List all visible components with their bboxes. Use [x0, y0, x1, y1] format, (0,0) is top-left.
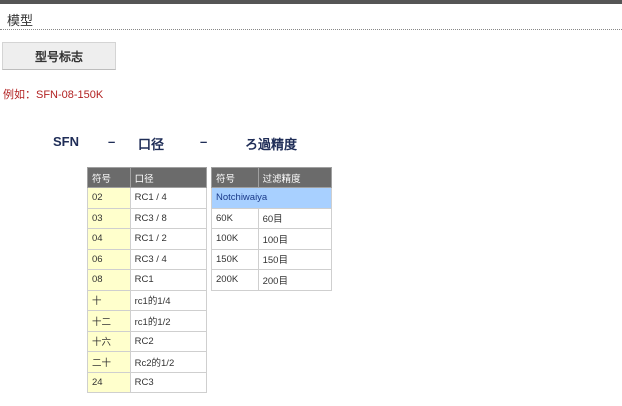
bore-cell: RC3 [129, 371, 208, 393]
column-header-filter-precision: 过滤精度 [257, 167, 333, 188]
mesh-cell: 100目 [257, 228, 333, 250]
top-bar [0, 0, 622, 4]
code-cell: 十 [87, 289, 131, 311]
column-header-bore: 口径 [129, 167, 208, 188]
table-row: 08 RC1 [87, 269, 208, 291]
brand-cell: Notchiwaiya [211, 187, 332, 209]
table-row: 06 RC3 / 4 [87, 248, 208, 270]
table-row: 100K 100目 [211, 228, 333, 250]
table-header-row: 符号 过滤精度 [211, 167, 333, 188]
table-row: 24 RC3 [87, 371, 208, 393]
table-row: 02 RC1 / 4 [87, 187, 208, 209]
column-header-code: 符号 [211, 167, 259, 188]
bore-cell: rc1的1/4 [129, 289, 208, 311]
table-row: 03 RC3 / 8 [87, 207, 208, 229]
table-row: 60K 60目 [211, 207, 333, 229]
mesh-cell: 60目 [257, 207, 333, 229]
code-cell: 24 [87, 371, 131, 393]
formula-dash-1: – [108, 134, 116, 149]
bore-cell: RC1 / 4 [129, 187, 208, 209]
table-row: 十 rc1的1/4 [87, 289, 208, 311]
code-cell: 十二 [87, 310, 131, 332]
code-cell: 200K [211, 269, 259, 291]
code-cell: 60K [211, 207, 259, 229]
bore-cell: Rc2的1/2 [129, 351, 208, 373]
code-cell: 100K [211, 228, 259, 250]
bore-cell: RC1 [129, 269, 208, 291]
formula-dash-2: – [200, 134, 208, 149]
mesh-cell: 150目 [257, 248, 333, 270]
table-row: 04 RC1 / 2 [87, 228, 208, 250]
code-cell: 08 [87, 269, 131, 291]
mesh-cell: 200目 [257, 269, 333, 291]
column-header-code: 符号 [87, 167, 131, 188]
formula-filter-precision: ろ過精度 [245, 137, 298, 152]
section-divider [0, 29, 622, 30]
table-row: 十六 RC2 [87, 330, 208, 352]
table-row: 二十 Rc2的1/2 [87, 351, 208, 373]
filter-precision-table: 符号 过滤精度 Notchiwaiya 60K 60目 100K 100目 150K… [211, 167, 333, 291]
formula-prefix: SFN [53, 134, 79, 149]
table-row: 十二 rc1的1/2 [87, 310, 208, 332]
example-text: 例如：SFN-08-150K [3, 89, 104, 101]
tab-model-designation[interactable]: 型号标志 [2, 42, 116, 70]
code-cell: 二十 [87, 351, 131, 373]
code-cell: 04 [87, 228, 131, 250]
code-cell: 十六 [87, 330, 131, 352]
bore-cell: RC3 / 8 [129, 207, 208, 229]
brand-row: Notchiwaiya [211, 187, 332, 209]
bore-cell: RC3 / 4 [129, 248, 208, 270]
formula-bore: 口径 [138, 137, 165, 152]
bore-table: 符号 口径 02 RC1 / 4 03 RC3 / 8 04 RC1 / 2 06 RC… [87, 167, 208, 393]
section-title: 模型 [7, 14, 34, 29]
table-row: 150K 150目 [211, 248, 333, 270]
code-cell: 06 [87, 248, 131, 270]
code-cell: 02 [87, 187, 131, 209]
bore-cell: RC2 [129, 330, 208, 352]
table-header-row: 符号 口径 [87, 167, 208, 188]
code-cell: 150K [211, 248, 259, 270]
code-cell: 03 [87, 207, 131, 229]
table-row: 200K 200目 [211, 269, 333, 291]
bore-cell: RC1 / 2 [129, 228, 208, 250]
bore-cell: rc1的1/2 [129, 310, 208, 332]
